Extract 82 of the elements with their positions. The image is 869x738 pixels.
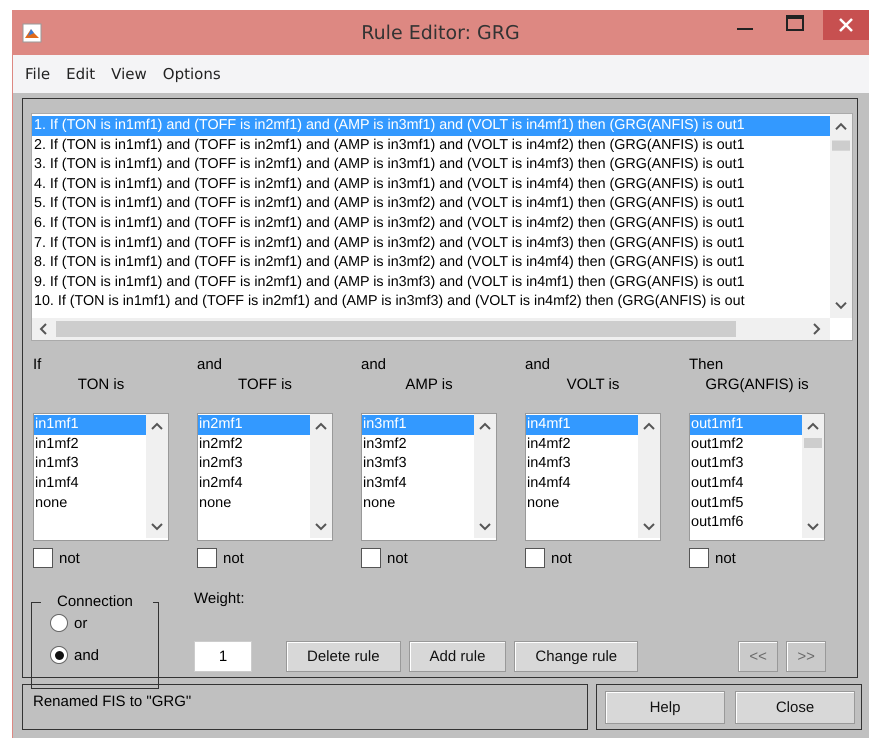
- connector-label: and: [361, 355, 386, 375]
- variable-label: GRG(ANFIS) is: [705, 375, 809, 395]
- list-item[interactable]: none: [526, 494, 638, 514]
- vertical-scrollbar[interactable]: [638, 414, 660, 538]
- close-icon[interactable]: [823, 10, 869, 40]
- list-item[interactable]: in4mf3: [526, 454, 638, 474]
- rule-item[interactable]: 6. If (TON is in1mf1) and (TOFF is in2mf1) and (AMP is in3mf2) and (VOLT is in4mf2) then (GRG(ANFIS) is out1: [32, 214, 745, 234]
- membership-list[interactable]: in2mf1 in2mf2 in2mf3 in2mf4 none: [197, 413, 333, 541]
- list-item[interactable]: out1mf2: [690, 434, 802, 454]
- connector-label: and: [197, 355, 222, 375]
- variable-label: AMP is: [405, 375, 453, 395]
- checkbox-label: not: [715, 550, 736, 566]
- checkbox-label: not: [387, 550, 408, 566]
- rule-item[interactable]: 4. If (TON is in1mf1) and (TOFF is in2mf1) and (AMP is in3mf1) and (VOLT is in4mf4) then (GRG(ANFIS) is out1: [32, 174, 745, 194]
- rule-item[interactable]: 3. If (TON is in1mf1) and (TOFF is in2mf1) and (AMP is in3mf1) and (VOLT is in4mf3) then (GRG(ANFIS) is out1: [32, 155, 745, 175]
- list-item[interactable]: in4mf2: [526, 434, 638, 454]
- weight-label: Weight:: [194, 590, 245, 607]
- app-icon: [22, 22, 42, 42]
- connector-label: Then: [689, 355, 724, 375]
- not-checkbox[interactable]: [197, 548, 217, 568]
- list-item[interactable]: out1mf5: [690, 494, 802, 514]
- list-item[interactable]: in2mf2: [198, 434, 310, 454]
- list-item[interactable]: in4mf4: [526, 474, 638, 494]
- radio-label: and: [74, 646, 100, 664]
- rule-item[interactable]: 2. If (TON is in1mf1) and (TOFF is in2mf1) and (AMP is in3mf1) and (VOLT is in4mf2) then (GRG(ANFIS) is out1: [32, 136, 745, 156]
- not-checkbox[interactable]: [689, 548, 709, 568]
- list-item[interactable]: in3mf4: [362, 474, 474, 494]
- status-text: Renamed FIS to "GRG": [33, 693, 192, 710]
- footer-button[interactable]: Help: [605, 690, 725, 724]
- checkbox-label: not: [59, 550, 80, 566]
- rule-item[interactable]: 8. If (TON is in1mf1) and (TOFF is in2mf1) and (AMP is in3mf2) and (VOLT is in4mf4) then (GRG(ANFIS) is out1: [32, 253, 745, 273]
- action-button[interactable]: Add rule: [408, 641, 506, 672]
- not-checkbox[interactable]: [361, 548, 381, 568]
- list-item[interactable]: out1mf6: [690, 513, 802, 534]
- rule-item[interactable]: 7. If (TON is in1mf1) and (TOFF is in2mf1) and (AMP is in3mf2) and (VOLT is in4mf3) then (GRG(ANFIS) is out1: [32, 234, 745, 254]
- radio-label: or: [74, 614, 88, 632]
- rule-item[interactable]: 5. If (TON is in1mf1) and (TOFF is in2mf1) and (AMP is in3mf2) and (VOLT is in4mf1) then (GRG(ANFIS) is out1: [32, 194, 745, 214]
- membership-list[interactable]: in1mf1 in1mf2 in1mf3 in1mf4 none: [33, 413, 169, 541]
- list-item[interactable]: in3mf2: [362, 434, 474, 454]
- connector-label: If: [33, 355, 42, 375]
- not-checkbox[interactable]: [33, 548, 53, 568]
- variable-label: VOLT is: [566, 375, 620, 395]
- list-item[interactable]: out1mf3: [690, 454, 802, 474]
- rule-list[interactable]: [31, 113, 853, 341]
- list-item[interactable]: out1mf4: [690, 474, 802, 494]
- list-item[interactable]: none: [362, 494, 474, 514]
- vertical-scrollbar[interactable]: [474, 414, 496, 538]
- connector-label: and: [525, 355, 550, 375]
- action-button[interactable]: Change rule: [514, 641, 638, 672]
- menu-item[interactable]: Edit: [58, 63, 104, 85]
- footer-button[interactable]: Close: [735, 690, 855, 724]
- radio-button[interactable]: [50, 646, 68, 664]
- vertical-scrollbar[interactable]: [146, 414, 168, 538]
- vertical-scrollbar[interactable]: [310, 414, 332, 538]
- weight-field[interactable]: 1: [194, 641, 252, 672]
- list-item[interactable]: in2mf4: [198, 474, 310, 494]
- list-item[interactable]: none: [198, 494, 310, 514]
- radio-button[interactable]: [50, 614, 68, 632]
- vertical-scrollbar[interactable]: [830, 114, 852, 318]
- rule-item[interactable]: 10. If (TON is in1mf1) and (TOFF is in2mf1) and (AMP is in3mf3) and (VOLT is in4mf2) then (GRG(ANFIS) is out: [32, 292, 745, 312]
- membership-list[interactable]: in4mf1 in4mf2 in4mf3 in4mf4 none: [525, 413, 661, 541]
- list-item[interactable]: in1mf4: [34, 474, 146, 494]
- not-checkbox[interactable]: [525, 548, 545, 568]
- menu-item[interactable]: File: [17, 63, 58, 85]
- action-button[interactable]: Delete rule: [286, 641, 401, 672]
- list-item[interactable]: in1mf2: [34, 434, 146, 454]
- list-item[interactable]: in1mf3: [34, 454, 146, 474]
- list-item[interactable]: in3mf3: [362, 454, 474, 474]
- membership-list[interactable]: in3mf1 in3mf2 in3mf3 in3mf4 none: [361, 413, 497, 541]
- list-item[interactable]: none: [34, 494, 146, 514]
- rule-item[interactable]: 9. If (TON is in1mf1) and (TOFF is in2mf1) and (AMP is in3mf3) and (VOLT is in4mf1) then (GRG(ANFIS) is out1: [32, 272, 745, 292]
- list-item[interactable]: in2mf3: [198, 454, 310, 474]
- checkbox-label: not: [223, 550, 244, 566]
- checkbox-label: not: [551, 550, 572, 566]
- menu-item[interactable]: Options: [154, 63, 229, 85]
- window-title: Rule Editor: GRG: [360, 22, 521, 44]
- horizontal-scrollbar[interactable]: [32, 318, 830, 340]
- variable-label: TOFF is: [238, 375, 292, 395]
- vertical-scrollbar[interactable]: [802, 414, 824, 538]
- menu-item[interactable]: View: [103, 63, 155, 85]
- membership-list[interactable]: out1mf1 out1mf2 out1mf3 out1mf4 out1mf5 out1mf6: [689, 413, 825, 541]
- variable-label: TON is: [78, 375, 124, 395]
